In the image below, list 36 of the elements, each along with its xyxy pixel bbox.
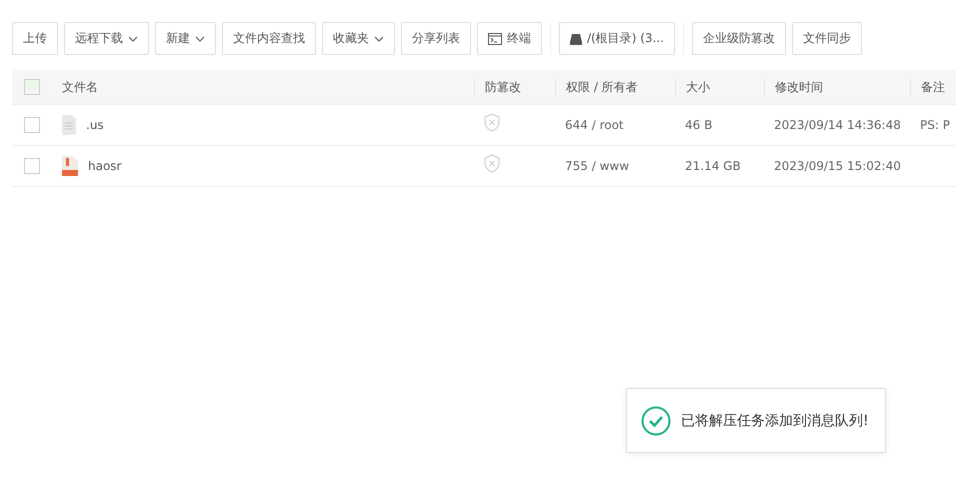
file-name[interactable]: .us bbox=[86, 118, 104, 132]
column-header[interactable]: 权限 / 所有者 bbox=[555, 78, 675, 96]
table-cell-text: 2023/09/15 15:02:40 bbox=[773, 158, 902, 175]
caret-icon bbox=[374, 36, 384, 42]
toolbar-button[interactable]: 文件内容查找 bbox=[222, 22, 316, 55]
toolbar-button[interactable]: 上传 bbox=[12, 22, 58, 55]
column-header[interactable]: 文件名 bbox=[50, 78, 474, 96]
table-cell-text: PS: P bbox=[919, 117, 951, 134]
toast-message: 已将解压任务添加到消息队列! bbox=[681, 412, 869, 430]
table-cell-text: 755 / www bbox=[564, 158, 630, 175]
row-checkbox[interactable] bbox=[24, 117, 40, 133]
select-all-checkbox[interactable] bbox=[24, 79, 40, 95]
toolbar-button[interactable]: 新建 bbox=[155, 22, 216, 55]
toolbar-button[interactable]: /(根目录) (3... bbox=[559, 22, 675, 55]
table-cell-text: 46 B bbox=[684, 117, 714, 134]
toolbar-button[interactable]: 企业级防篡改 bbox=[692, 22, 786, 55]
toolbar-button[interactable]: 终端 bbox=[477, 22, 542, 55]
toolbar-button[interactable]: 收藏夹 bbox=[322, 22, 395, 55]
caret-icon bbox=[195, 36, 205, 42]
column-header[interactable]: 大小 bbox=[675, 78, 764, 96]
check-circle-icon bbox=[641, 406, 671, 436]
row-checkbox[interactable] bbox=[24, 158, 40, 174]
table-cell-text: 21.14 GB bbox=[684, 158, 742, 175]
table-cell-text: 644 / root bbox=[564, 117, 625, 134]
archive-file-icon bbox=[62, 156, 78, 176]
column-header[interactable]: 修改时间 bbox=[764, 78, 910, 96]
column-header[interactable]: 备注 bbox=[910, 78, 956, 96]
column-header[interactable]: 防篡改 bbox=[474, 78, 555, 96]
text-file-icon bbox=[62, 115, 76, 135]
toolbar-button[interactable]: 文件同步 bbox=[792, 22, 862, 55]
caret-icon bbox=[128, 36, 138, 42]
toolbar-button[interactable]: 分享列表 bbox=[401, 22, 471, 55]
toolbar-button[interactable]: 远程下载 bbox=[64, 22, 149, 55]
table-cell-text: 2023/09/14 14:36:48 bbox=[773, 117, 902, 134]
file-name[interactable]: haosr bbox=[88, 159, 122, 173]
terminal-icon bbox=[488, 32, 502, 44]
